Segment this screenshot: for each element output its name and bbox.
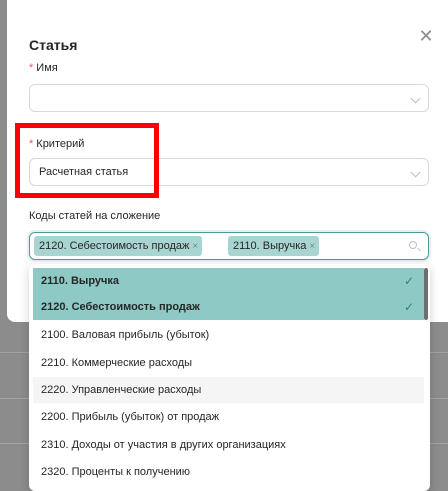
check-icon: ✓ bbox=[403, 274, 414, 288]
codes-dropdown: 2110. Выручка ✓ 2120. Себестоимость прода… bbox=[29, 264, 430, 491]
modal-title: Статья bbox=[29, 37, 78, 53]
codes-multiselect[interactable]: 2120. Себестоимость продаж × 2110. Выручк… bbox=[29, 232, 429, 260]
close-icon[interactable]: ✕ bbox=[417, 27, 435, 45]
dropdown-option[interactable]: 2120. Себестоимость продаж ✓ bbox=[33, 294, 424, 320]
dropdown-option[interactable]: 2220. Управленческие расходы bbox=[33, 377, 424, 403]
name-select[interactable] bbox=[29, 84, 429, 112]
codes-label: Коды статей на сложение bbox=[29, 210, 161, 222]
dropdown-scrollbar[interactable] bbox=[424, 268, 428, 320]
name-label: * Имя bbox=[29, 62, 58, 74]
dropdown-option[interactable]: 2100. Валовая прибыль (убыток) bbox=[33, 322, 424, 348]
dropdown-option[interactable]: 2310. Доходы от участия в других организ… bbox=[33, 432, 424, 458]
dropdown-option[interactable]: 2110. Выручка ✓ bbox=[33, 268, 424, 294]
selected-tag: 2120. Себестоимость продаж × bbox=[34, 236, 203, 256]
dropdown-option[interactable]: 2200. Прибыль (убыток) от продаж bbox=[33, 404, 424, 430]
tag-remove-icon[interactable]: × bbox=[192, 241, 198, 252]
check-icon: ✓ bbox=[403, 300, 414, 314]
selected-tag: 2110. Выручка × bbox=[228, 236, 320, 256]
tag-remove-icon[interactable]: × bbox=[309, 241, 315, 252]
annotation-highlight bbox=[15, 123, 159, 198]
chevron-down-icon bbox=[410, 167, 421, 178]
dropdown-option[interactable]: 2320. Проценты к получению bbox=[33, 459, 424, 485]
search-icon bbox=[409, 241, 417, 249]
chevron-down-icon bbox=[410, 93, 421, 104]
dropdown-option[interactable]: 2210. Коммерческие расходы bbox=[33, 350, 424, 376]
